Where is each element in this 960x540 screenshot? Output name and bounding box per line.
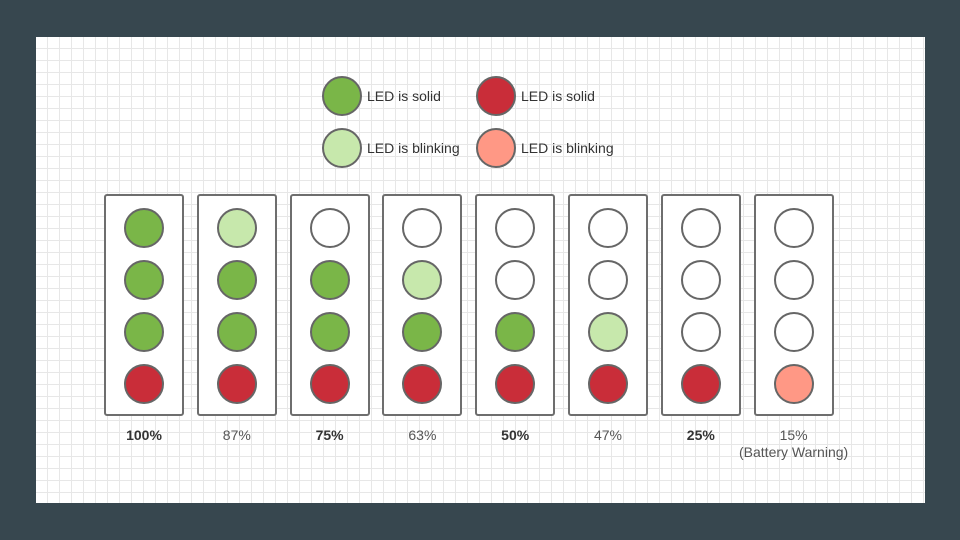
led-solid-red-icon xyxy=(309,364,350,404)
battery-column xyxy=(475,194,556,416)
led-off-icon xyxy=(588,208,628,248)
led-off-icon xyxy=(588,260,628,300)
led-solid-red-icon xyxy=(680,364,721,404)
led-solid-red-icon xyxy=(124,364,164,404)
led-off-icon xyxy=(773,260,814,300)
led-solid-green-icon xyxy=(216,260,257,300)
led-solid-green-icon xyxy=(216,312,257,352)
led-off-icon xyxy=(680,208,721,248)
led-solid-red-icon xyxy=(476,76,516,116)
legend-label: LED is blinking xyxy=(521,140,614,156)
led-solid-green-icon xyxy=(495,312,536,352)
led-solid-green-icon xyxy=(309,312,350,352)
diagram-canvas: LED is solid LED is solid LED is blinkin… xyxy=(36,37,925,503)
led-solid-red-icon xyxy=(588,364,628,404)
led-solid-red-icon xyxy=(402,364,443,404)
led-blinking-red-icon xyxy=(476,128,516,168)
battery-column xyxy=(382,194,463,416)
legend-blinking-red: LED is blinking xyxy=(476,128,614,168)
led-off-icon xyxy=(402,208,443,248)
led-off-icon xyxy=(680,260,721,300)
battery-column xyxy=(660,194,741,416)
led-blinking-green-icon xyxy=(216,208,257,248)
battery-percent: 15% xyxy=(779,427,808,443)
led-blinking-green-icon xyxy=(402,260,443,300)
battery-level-label: 15% (Battery Warning) xyxy=(714,427,874,461)
led-solid-green-icon xyxy=(402,312,443,352)
led-solid-green-icon xyxy=(322,76,362,116)
led-blinking-red-icon xyxy=(773,364,814,404)
led-solid-red-icon xyxy=(216,364,257,404)
legend-solid-green: LED is solid xyxy=(322,76,441,116)
led-off-icon xyxy=(309,208,350,248)
legend-solid-red: LED is solid xyxy=(476,76,595,116)
battery-column xyxy=(753,194,834,416)
battery-note: (Battery Warning) xyxy=(739,444,849,460)
battery-column xyxy=(196,194,277,416)
led-off-icon xyxy=(495,208,536,248)
legend-blinking-green: LED is blinking xyxy=(322,128,460,168)
led-solid-green-icon xyxy=(124,312,164,352)
legend-label: LED is solid xyxy=(367,88,441,104)
battery-column xyxy=(289,194,370,416)
led-off-icon xyxy=(680,312,721,352)
led-solid-green-icon xyxy=(124,260,164,300)
led-solid-green-icon xyxy=(124,208,164,248)
led-solid-red-icon xyxy=(495,364,536,404)
led-off-icon xyxy=(773,312,814,352)
led-off-icon xyxy=(495,260,536,300)
battery-column xyxy=(568,194,648,416)
led-blinking-green-icon xyxy=(588,312,628,352)
legend-label: LED is solid xyxy=(521,88,595,104)
led-solid-green-icon xyxy=(309,260,350,300)
led-off-icon xyxy=(773,208,814,248)
battery-column xyxy=(104,194,184,416)
legend-label: LED is blinking xyxy=(367,140,460,156)
led-blinking-green-icon xyxy=(322,128,362,168)
